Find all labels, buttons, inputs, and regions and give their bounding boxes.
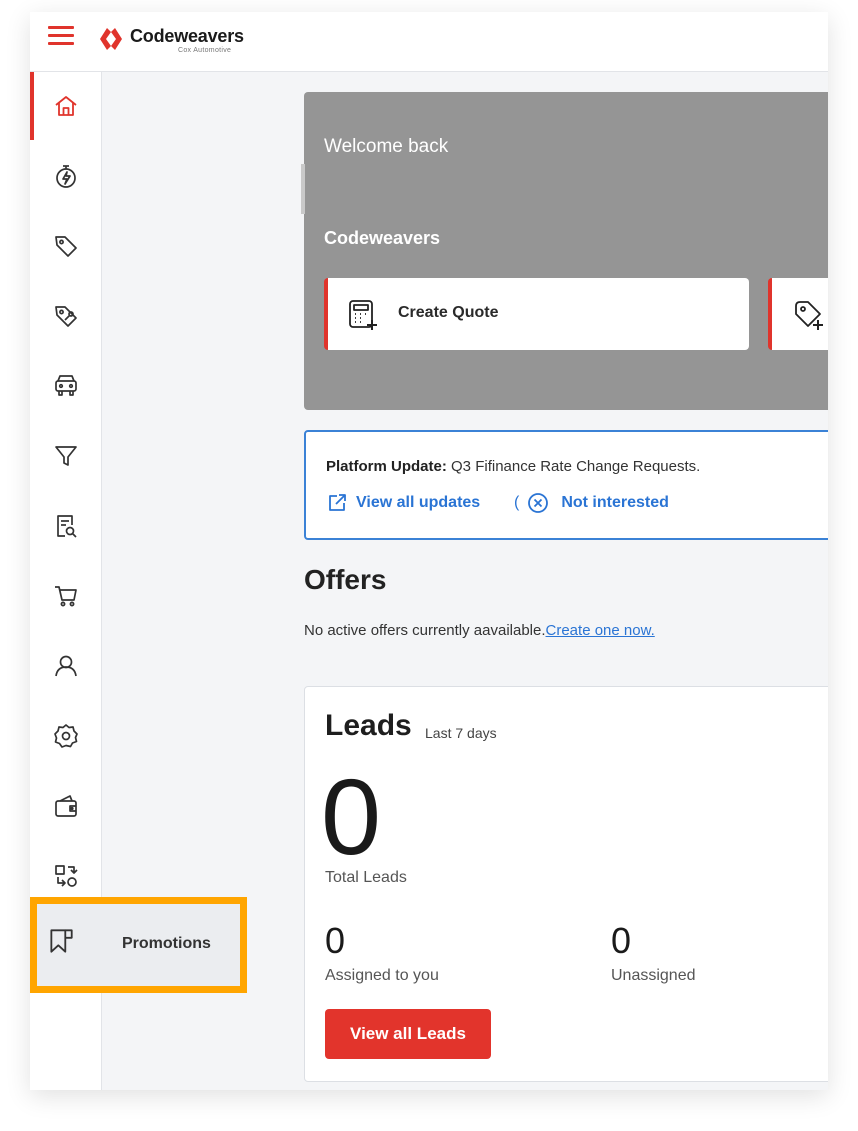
tag-plus-icon [795,301,823,330]
offers-empty-text: No active offers currently aavailable. [304,622,546,639]
sidebar-item-tag-service[interactable] [30,282,102,350]
sidebar-item-integrations[interactable] [30,842,102,910]
platform-update-message: Q3 Fifinance Rate Change Requests. [451,458,701,475]
offers-heading: Offers [304,564,387,595]
bookmark-flag-icon [50,929,73,953]
promotions-label: Promotions [122,935,211,952]
tag-wrench-icon [55,306,77,327]
not-interested-link[interactable]: ( Not interested [514,492,669,514]
assigned-leads-value: 0 [325,920,346,961]
shopping-cart-icon [55,586,77,607]
leads-period-label: Last 7 days [425,725,497,741]
sidebar-item-documents[interactable] [30,492,102,560]
platform-update-banner: Platform Update: Q3 Fifinance Rate Chang… [304,430,828,540]
sidebar-item-promotions[interactable]: Promotions [30,902,240,986]
view-all-leads-button[interactable]: View all Leads [325,1009,491,1059]
tag-icon [55,236,77,257]
view-all-updates-label: View all updates [356,494,481,511]
welcome-text: Welcome back [324,136,449,157]
sidebar-item-settings[interactable] [30,702,102,770]
brand-subtitle: Cox Automotive [178,47,232,54]
create-quote-button[interactable]: Create Quote [324,278,749,350]
platform-update-text: Platform Update: Q3 Fifinance Rate Chang… [326,458,700,475]
top-bar: Codeweavers Cox Automotive [30,12,828,72]
home-icon [55,96,77,116]
paren-glyph: ( [514,494,520,511]
sidebar-item-funnel[interactable] [30,422,102,490]
app-window: Codeweavers Cox Automotive Promotions We… [30,12,828,1090]
hero-edge-marker [301,164,305,214]
offers-empty-message: No active offers currently aavailable.Cr… [304,622,655,639]
create-offer-link[interactable]: Create one now. [546,622,655,639]
gear-badge-icon [54,724,78,748]
brand-name: Codeweavers [130,26,244,46]
close-circle-icon [528,493,549,513]
leads-heading: Leads [325,709,412,742]
stopwatch-bolt-icon [56,165,76,188]
sidebar-item-vehicles[interactable] [30,352,102,420]
brand-logo-mark-icon [100,28,122,50]
sidebar-item-stopwatch[interactable] [30,142,102,210]
filter-funnel-icon [55,446,77,466]
create-quote-label: Create Quote [398,304,499,321]
platform-update-prefix: Platform Update: [326,458,447,475]
calculator-plus-icon [349,300,377,330]
sidebar-item-home[interactable] [30,72,102,140]
swap-arrows-icon [55,865,78,887]
leads-card: Leads Last 7 days 0 Total Leads 0 Assign… [304,686,828,1082]
company-name: Codeweavers [324,228,441,248]
create-offer-button[interactable] [768,278,828,350]
unassigned-leads-value: 0 [611,920,632,961]
user-icon [55,655,77,677]
assigned-leads-label: Assigned to you [325,967,439,984]
sidebar-item-customers[interactable] [30,632,102,700]
wallet-icon [55,795,77,817]
welcome-hero: Welcome back Codeweavers Create Quote [301,92,828,410]
unassigned-leads-label: Unassigned [611,967,696,984]
sidebar-item-finance[interactable] [30,772,102,840]
view-all-updates-link[interactable]: View all updates [326,492,480,514]
hamburger-menu-icon[interactable] [48,26,74,48]
car-icon [55,375,77,396]
total-leads-label: Total Leads [325,869,407,886]
not-interested-label: Not interested [561,494,669,511]
sidebar-item-tag[interactable] [30,212,102,280]
document-search-icon [57,515,77,538]
total-leads-value: 0 [321,756,382,877]
external-link-icon [329,494,346,511]
sidebar-item-cart[interactable] [30,562,102,630]
